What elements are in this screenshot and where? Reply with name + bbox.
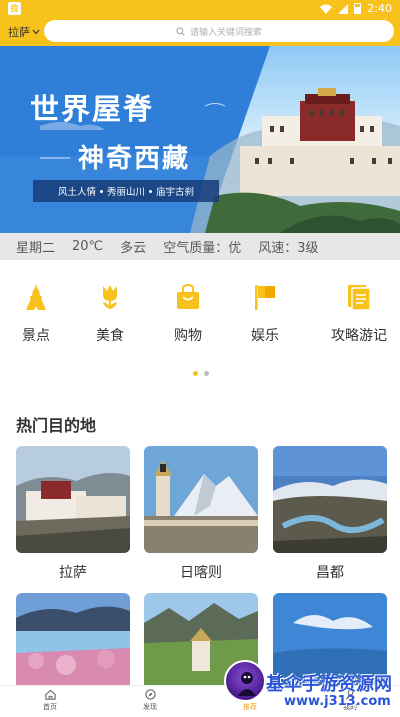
wifi-icon — [320, 4, 333, 14]
notes-icon — [348, 285, 371, 311]
compass-icon — [144, 689, 156, 700]
destination-name: 日喀则 — [180, 565, 222, 581]
weather-temperature: 20℃ — [72, 239, 104, 254]
status-indicators: 2:40 — [320, 2, 392, 15]
city-name: 拉萨 — [8, 26, 30, 39]
chevron-down-icon — [32, 29, 40, 35]
chamdo-photo — [273, 446, 387, 553]
carousel-dot — [204, 371, 209, 376]
destination-photo — [16, 593, 130, 685]
watermark-logo-icon — [224, 660, 266, 702]
banner-title-line1: 世界屋脊 — [30, 92, 155, 126]
category-label: 购物 — [174, 328, 202, 344]
category-label: 美食 — [96, 328, 124, 344]
dot-separator-icon — [99, 189, 103, 193]
signal-icon — [338, 3, 349, 14]
app-header: 拉 2:40 拉萨 请输入关键词搜索 — [0, 0, 400, 46]
banner-tag: 庙宇古刹 — [156, 187, 195, 198]
search-placeholder: 请输入关键词搜索 — [189, 27, 262, 38]
nav-label: 首页 — [43, 703, 57, 711]
lhasa-photo — [16, 446, 130, 553]
city-selector[interactable]: 拉萨 — [8, 24, 40, 40]
section-title: 热门目的地 — [16, 416, 97, 435]
nav-home[interactable]: 首页 — [20, 689, 80, 712]
category-food[interactable]: 美食 — [74, 276, 146, 345]
banner-title-line2: 神奇西藏 — [78, 144, 191, 174]
category-label: 娱乐 — [251, 328, 279, 344]
search-icon — [176, 26, 185, 36]
banner-tags: 风土人情 秀丽山川 庙宇古刹 — [33, 180, 219, 202]
shigatse-photo — [144, 446, 258, 553]
carousel-indicator — [193, 371, 209, 376]
battery-icon — [354, 3, 362, 14]
category-attractions[interactable]: 景点 — [0, 276, 72, 345]
category-label: 攻略游记 — [331, 328, 387, 344]
banner-tag: 风土人情 — [57, 187, 96, 198]
potala-palace-image — [0, 46, 400, 233]
weather-air-quality: 空气质量：优 — [163, 241, 242, 256]
weather-condition: 多云 — [120, 241, 147, 256]
category-label: 景点 — [22, 328, 50, 344]
nav-discover[interactable]: 发现 — [120, 689, 180, 712]
tower-icon — [26, 284, 46, 310]
destination-card[interactable] — [16, 593, 130, 685]
status-time: 2:40 — [367, 2, 392, 15]
category-entertainment[interactable]: 娱乐 — [229, 276, 301, 345]
home-icon — [44, 689, 56, 700]
watermark-url: www.j313.com — [284, 694, 391, 709]
destination-card-chamdo[interactable] — [273, 446, 387, 553]
banner-tag: 秀丽山川 — [106, 187, 145, 198]
destination-name: 拉萨 — [59, 565, 87, 581]
category-shopping[interactable]: 购物 — [152, 276, 224, 345]
shopping-bag-icon — [177, 283, 199, 309]
nav-label: 发现 — [143, 703, 157, 711]
dot-separator-icon — [149, 189, 152, 193]
weather-strip: 星期二 20℃ 多云 空气质量：优 风速：3级 — [0, 233, 400, 260]
watermark-text: 基伞手游资源网 — [266, 674, 392, 695]
weather-day: 星期二 — [16, 241, 56, 256]
tulip-icon — [103, 285, 117, 309]
category-guides[interactable]: 攻略游记 — [318, 276, 400, 345]
destination-card-lhasa[interactable] — [16, 446, 130, 553]
destination-name: 昌都 — [316, 565, 344, 581]
watermark: 基伞手游资源网 www.j313.com — [224, 660, 400, 717]
destination-card-shigatse[interactable] — [144, 446, 258, 553]
promo-banner[interactable]: 世界屋脊 神奇西藏 风土人情 秀丽山川 庙宇古刹 — [0, 46, 400, 233]
search-input[interactable]: 请输入关键词搜索 — [44, 20, 394, 42]
status-bar: 拉 2:40 — [0, 0, 400, 18]
category-grid: 景点 美食 购物 娱乐 攻略游记 — [0, 276, 400, 356]
app-notification-icon: 拉 — [8, 2, 21, 15]
weather-wind: 风速：3级 — [258, 241, 319, 256]
carousel-dot — [193, 371, 198, 376]
flag-icon — [255, 285, 275, 310]
